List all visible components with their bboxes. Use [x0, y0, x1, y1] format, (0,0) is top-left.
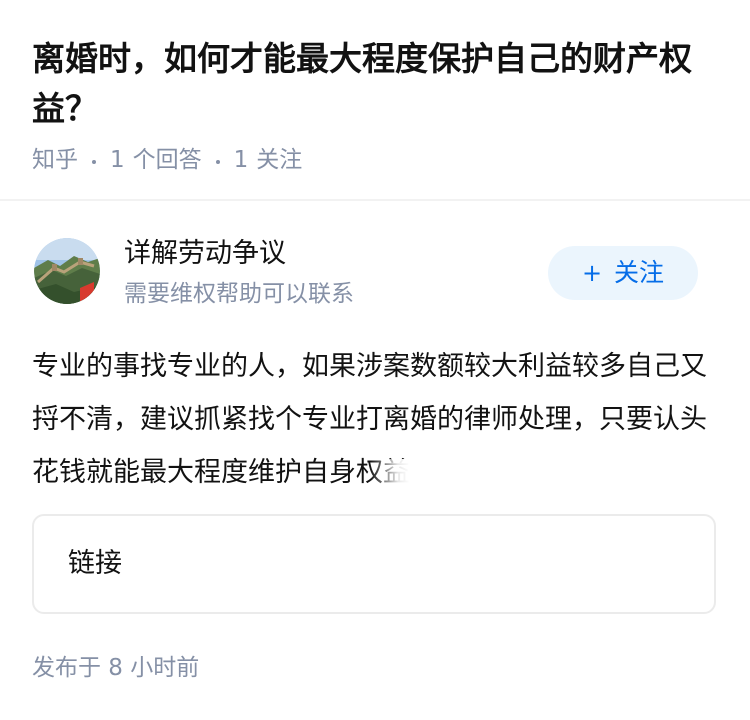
author-name[interactable]: 详解劳动争议	[124, 236, 286, 272]
source-label[interactable]: 知乎	[32, 144, 78, 176]
answers-count: 1	[110, 147, 125, 173]
follow-button-label: 关注	[614, 258, 665, 287]
question-title[interactable]: 离婚时，如何才能最大程度保护自己的财产权益？	[32, 34, 722, 134]
separator-dot	[92, 160, 96, 164]
link-card[interactable]: 链接	[32, 514, 716, 614]
author-bio: 需要维权帮助可以联系	[124, 281, 354, 307]
separator-dot	[215, 160, 220, 164]
section-divider	[0, 199, 750, 201]
question-meta: 知乎 1 个回答 1 关注	[32, 144, 302, 176]
great-wall-photo-avatar-icon	[34, 238, 100, 304]
author-avatar[interactable]	[34, 238, 100, 304]
publish-time: 发布于 8 小时前	[32, 655, 200, 681]
plus-icon: +	[581, 259, 603, 287]
answer-text[interactable]: 专业的事找专业的人，如果涉案数额较大利益较多自己又捋不清，建议抓紧找个专业打离婚…	[32, 340, 712, 499]
answers-label[interactable]: 个回答	[133, 144, 202, 176]
link-card-label: 链接	[68, 548, 122, 579]
followers-count: 1	[233, 147, 249, 173]
truncation-fade	[370, 458, 410, 489]
followers-label[interactable]: 关注	[256, 144, 302, 176]
follow-button[interactable]: + 关注	[548, 246, 698, 300]
